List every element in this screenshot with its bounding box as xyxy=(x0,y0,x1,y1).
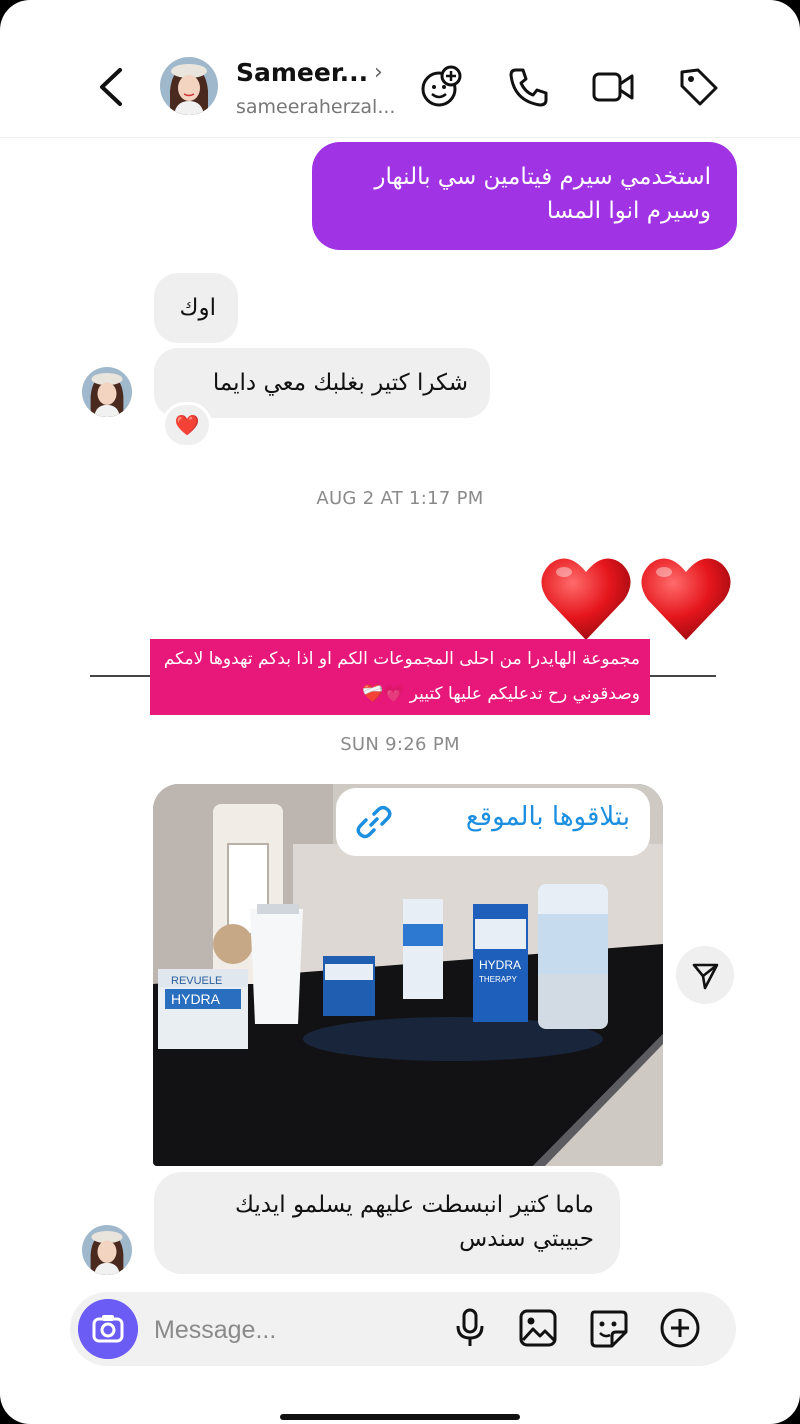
tag-icon[interactable] xyxy=(676,64,722,110)
product-label: REVUELE xyxy=(171,975,222,987)
link-sticker-label: بتلاقوها بالموقع xyxy=(465,802,630,832)
video-camera-icon[interactable] xyxy=(590,64,636,110)
camera-icon[interactable] xyxy=(78,1299,138,1359)
effects-icon[interactable] xyxy=(418,64,464,110)
heart-emoji-icon[interactable] xyxy=(540,550,740,644)
chat-header: Sameer... › sameeraherzal... xyxy=(0,0,800,138)
gallery-icon[interactable] xyxy=(516,1306,560,1350)
profile-chevron-icon[interactable]: › xyxy=(374,60,383,85)
sender-avatar[interactable] xyxy=(82,1225,132,1275)
timestamp: AUG 2 AT 1:17 PM xyxy=(316,488,484,509)
incoming-message[interactable]: ماما كتير انبسطت عليهم يسلمو ايديك حبيبت… xyxy=(154,1172,620,1274)
heart-reaction[interactable]: ❤️ xyxy=(162,402,212,448)
link-sticker[interactable]: بتلاقوها بالموقع xyxy=(336,788,650,856)
back-arrow-icon[interactable] xyxy=(92,64,132,110)
home-indicator xyxy=(280,1414,520,1420)
dm-screen: Sameer... › sameeraherzal... استخدمي سير… xyxy=(0,0,800,1424)
link-icon xyxy=(356,805,392,839)
message-input[interactable] xyxy=(154,1312,434,1348)
plus-icon[interactable] xyxy=(658,1306,702,1350)
contact-handle[interactable]: sameeraherzal... xyxy=(236,96,395,118)
sticker-icon[interactable] xyxy=(586,1306,630,1350)
phone-icon[interactable] xyxy=(506,64,552,110)
outgoing-message[interactable]: استخدمي سيرم فيتامين سي بالنهار وسيرم ان… xyxy=(312,142,737,250)
product-label: THERAPY xyxy=(479,975,517,984)
microphone-icon[interactable] xyxy=(448,1306,492,1350)
incoming-message[interactable]: اوك xyxy=(154,273,238,343)
contact-name[interactable]: Sameer... xyxy=(236,58,368,87)
product-label: HYDRA xyxy=(479,958,521,972)
product-label: HYDRA xyxy=(171,991,221,1007)
story-caption[interactable]: مجموعة الهايدرا من احلى المجموعات الكم ا… xyxy=(150,639,650,715)
timestamp: SUN 9:26 PM xyxy=(340,734,460,755)
contact-avatar[interactable] xyxy=(160,57,218,115)
sender-avatar[interactable] xyxy=(82,367,132,417)
share-icon[interactable] xyxy=(676,946,734,1004)
